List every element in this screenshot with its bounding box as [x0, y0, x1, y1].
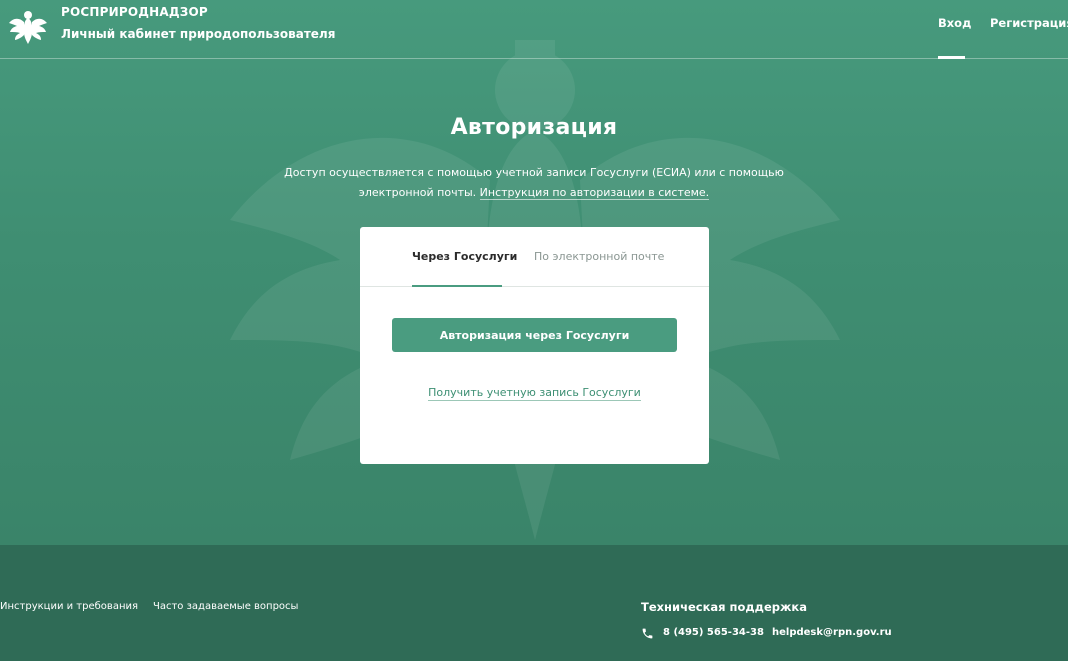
- get-gosuslugi-account-link[interactable]: Получить учетную запись Госуслуги: [428, 386, 641, 401]
- footer-link-faq[interactable]: Часто задаваемые вопросы: [153, 601, 298, 612]
- auth-instructions-link[interactable]: Инструкция по авторизации в системе.: [479, 186, 710, 200]
- auth-tabs: Через Госуслуги По электронной почте: [360, 227, 709, 287]
- nav-login-link[interactable]: Вход: [938, 16, 971, 30]
- site-footer: Инструкции и требования Часто задаваемые…: [0, 545, 1068, 661]
- support-phone: 8 (495) 565-34-38: [663, 627, 764, 638]
- gosuslugi-auth-button[interactable]: Авторизация через Госуслуги: [392, 318, 677, 352]
- tab-email[interactable]: По электронной почте: [534, 250, 664, 263]
- support-email-link[interactable]: helpdesk@rpn.gov.ru: [772, 627, 892, 638]
- brand-title: РОСПРИРОДНАДЗОР: [61, 5, 208, 19]
- brand-subtitle: Личный кабинет природопользователя: [61, 27, 336, 41]
- footer-link-instructions[interactable]: Инструкции и требования: [0, 601, 138, 612]
- auth-description: Доступ осуществляется с помощью учетной …: [270, 163, 798, 203]
- phone-icon: [642, 628, 653, 639]
- page-title: Авторизация: [450, 115, 618, 140]
- site-header: РОСПРИРОДНАДЗОР Личный кабинет природопо…: [0, 0, 1068, 59]
- eagle-emblem-icon[interactable]: [8, 6, 48, 46]
- tab-gosuslugi[interactable]: Через Госуслуги: [412, 250, 517, 263]
- get-account-link-row: Получить учетную запись Госуслуги: [360, 386, 709, 401]
- tab-active-indicator: [412, 285, 502, 287]
- auth-card: Через Госуслуги По электронной почте Авт…: [360, 227, 709, 464]
- support-title: Техническая поддержка: [641, 600, 807, 614]
- nav-register-link[interactable]: Регистрация: [990, 16, 1068, 30]
- nav-active-indicator: [938, 56, 965, 59]
